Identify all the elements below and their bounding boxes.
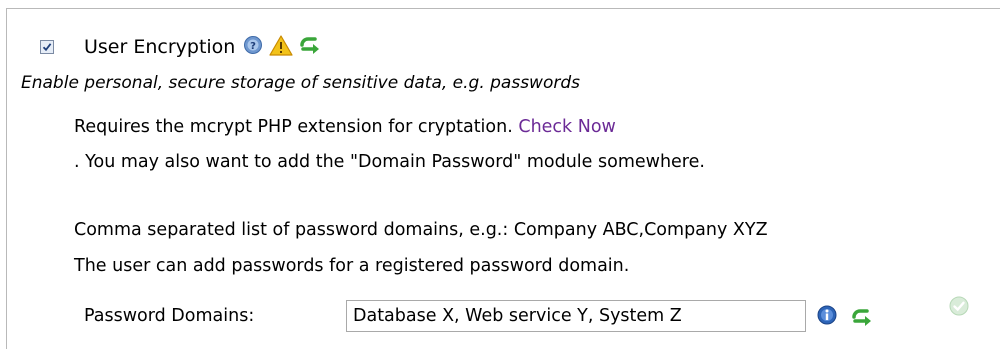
- password-domains-input[interactable]: [346, 300, 806, 332]
- requirement-line: Requires the mcrypt PHP extension for cr…: [74, 115, 616, 139]
- reset-icon[interactable]: [851, 307, 875, 331]
- module-header: User Encryption ?: [40, 34, 323, 60]
- reset-icon[interactable]: [299, 35, 323, 59]
- check-now-link[interactable]: Check Now: [518, 117, 616, 137]
- checkmark-icon: [949, 296, 969, 320]
- help-icon[interactable]: ?: [243, 35, 263, 59]
- svg-text:?: ?: [250, 41, 256, 52]
- user-domain-hint: The user can add passwords for a registe…: [74, 256, 630, 276]
- requirement-text: Requires the mcrypt PHP extension for cr…: [74, 117, 513, 137]
- comma-separated-hint: Comma separated list of password domains…: [74, 220, 768, 240]
- password-domains-label: Password Domains:: [84, 306, 255, 326]
- domain-password-hint: . You may also want to add the "Domain P…: [74, 152, 705, 172]
- warning-icon[interactable]: [269, 34, 293, 60]
- info-icon[interactable]: [817, 305, 837, 329]
- module-description: Enable personal, secure storage of sensi…: [21, 73, 580, 93]
- user-encryption-checkbox[interactable]: [40, 40, 54, 54]
- module-title: User Encryption: [84, 36, 236, 58]
- checkmark-glyph: [42, 43, 52, 52]
